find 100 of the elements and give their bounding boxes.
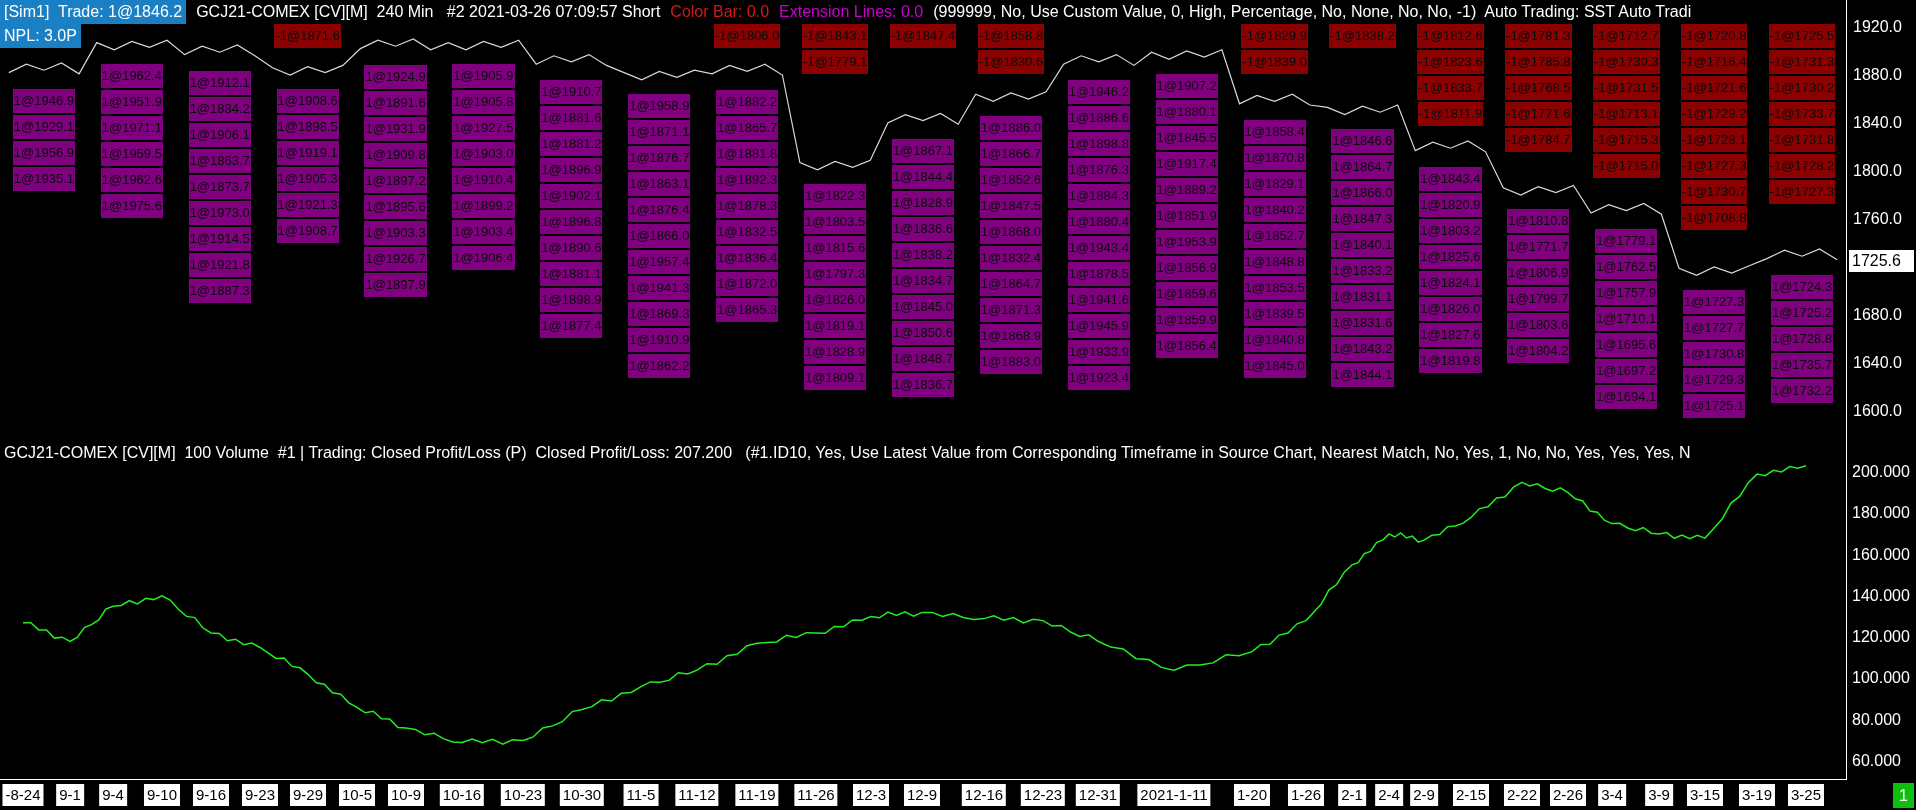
buy-trade-label: 1@1887.3 [188, 278, 251, 303]
buy-trade-label: 1@1866.0 [628, 224, 691, 249]
buy-trade-label: 1@1845.0 [891, 295, 955, 320]
buy-trade-label: 1@1833.2 [1331, 259, 1394, 284]
buy-trade-label: 1@1956.9 [12, 140, 76, 165]
buy-trade-label: 1@1832.4 [979, 245, 1042, 270]
buy-trade-label: 1@1910.9 [628, 328, 691, 353]
sell-trade-label: -1@1712.7 [1592, 24, 1660, 48]
buy-trade-label: 1@1834.7 [891, 269, 955, 294]
buy-trade-label: 1@1822.3 [804, 184, 867, 209]
last-price-label: 1725.6 [1849, 250, 1914, 272]
buy-trade-label: 1@1884.2 [188, 96, 251, 121]
buy-trade-label: 1@1839.5 [1243, 301, 1306, 326]
sell-trade-label: -1@1715.3 [1592, 128, 1660, 152]
sell-trade-label: -1@1728.1 [1680, 128, 1748, 152]
price-axis-label: 1640.0 [1853, 352, 1902, 373]
buy-trade-label: 1@1729.3 [1683, 367, 1746, 392]
buy-trade-label: 1@1863.7 [188, 148, 251, 173]
buy-trade-label: 1@1889.2 [1155, 177, 1218, 202]
buy-trade-label: 1@1819.8 [1419, 348, 1482, 373]
buy-trade-label: 1@1710.1 [1595, 307, 1658, 332]
sell-trade-label: -1@1725.5 [1768, 24, 1836, 48]
buy-trade-label: 1@1953.9 [1155, 229, 1218, 254]
date-axis-label: 9-4 [99, 784, 127, 806]
date-axis-label: 11-19 [735, 784, 779, 806]
date-axis-label: 9-16 [193, 784, 229, 806]
buy-trade-label: 1@1912.1 [188, 70, 251, 95]
sell-trade-label: -1@1843.1 [801, 24, 869, 48]
sell-trade-label: -1@1721.6 [1680, 76, 1748, 100]
date-axis-label: 12-23 [1020, 784, 1066, 806]
buy-trade-label: 1@1927.5 [452, 116, 515, 141]
buy-trade-label: 1@1941.6 [1067, 288, 1130, 313]
buy-trade-label: 1@1872.0 [716, 271, 779, 296]
buy-trade-label: 1@1971.1 [100, 116, 163, 141]
price-axis-label: 1880.0 [1853, 65, 1902, 85]
buy-trade-label: 1@1958.9 [628, 94, 691, 119]
buy-trade-label: 1@1962.6 [100, 168, 163, 193]
buy-trade-label: 1@1898.8 [1067, 132, 1130, 157]
buy-trade-label: 1@1852.6 [979, 167, 1042, 192]
chart-header-text: GCJ21-COMEX [CV][M] 240 Min #2 2021-03-26 07:09:57 Short [196, 2, 661, 22]
price-axis-label: 1840.0 [1853, 113, 1902, 133]
trade-badge: [Sim1] Trade: 1@1846.2 [0, 0, 187, 24]
buy-trade-label: 1@1891.6 [364, 90, 427, 115]
date-axis-label: 11-5 [623, 784, 659, 806]
buy-trade-label: 1@1943.4 [1067, 236, 1130, 261]
pl-axis-label: 100.000 [1852, 668, 1910, 689]
date-axis-label: 2-4 [1375, 784, 1403, 806]
sell-trade-label: -1@1779.1 [801, 50, 869, 74]
buy-trade-label: 1@1926.7 [364, 246, 427, 271]
buy-trade-label: 1@1881.1 [540, 262, 603, 287]
buy-trade-label: 1@1757.9 [1595, 281, 1658, 306]
buy-trade-label: 1@1863.1 [628, 172, 691, 197]
buy-trade-label: 1@1848.8 [1243, 249, 1306, 274]
buy-trade-label: 1@1844.1 [1331, 363, 1394, 388]
buy-trade-label: 1@1847.3 [1331, 207, 1394, 232]
buy-trade-label: 1@1899.2 [452, 194, 515, 219]
buy-trade-label: 1@1890.6 [540, 236, 603, 261]
date-axis-label: 12-3 [853, 784, 889, 806]
buy-trade-label: 1@1804.2 [1507, 339, 1570, 364]
buy-trade-label: 1@1836.6 [891, 217, 955, 242]
price-axis-label: 1800.0 [1853, 161, 1902, 181]
buy-trade-label: 1@1727.3 [1683, 289, 1746, 314]
buy-trade-label: 1@1831.1 [1331, 285, 1394, 310]
buy-trade-label: 1@1908.6 [276, 89, 339, 114]
buy-trade-label: 1@1878.3 [716, 193, 779, 218]
buy-trade-label: 1@1730.8 [1683, 341, 1746, 366]
buy-trade-label: 1@1838.2 [891, 243, 955, 268]
buy-trade-label: 1@1865.3 [716, 297, 779, 322]
date-axis-label: 10-30 [559, 784, 605, 806]
date-axis-label: 10-9 [388, 784, 424, 806]
buy-trade-label: 1@1840.2 [1243, 197, 1306, 222]
sell-trade-label: -1@1730.3 [1592, 50, 1660, 74]
buy-trade-label: 1@1957.4 [628, 250, 691, 275]
buy-trade-label: 1@1819.1 [804, 314, 867, 339]
corner-badge: 1 [1893, 782, 1914, 808]
buy-trade-label: 1@1910.7 [540, 80, 603, 105]
buy-trade-label: 1@1908.7 [276, 219, 339, 244]
buy-trade-label: 1@1884.3 [1067, 184, 1130, 209]
sell-trade-label: -1@1871.6 [274, 24, 341, 48]
buy-trade-label: 1@1829.1 [1243, 171, 1306, 196]
buy-trade-label: 1@1878.5 [1067, 262, 1130, 287]
buy-trade-label: 1@1728.8 [1770, 326, 1834, 351]
buy-trade-label: 1@1797.3 [804, 262, 867, 287]
buy-trade-label: 1@1892.3 [716, 167, 779, 192]
buy-trade-label: 1@1836.4 [716, 245, 779, 270]
buy-trade-label: 1@1695.6 [1595, 333, 1658, 358]
buy-trade-label: 1@1898.5 [276, 115, 339, 140]
date-axis-label: 12-9 [904, 784, 940, 806]
sell-trade-label: -1@1731.5 [1592, 76, 1660, 100]
date-axis-label: 2-9 [1410, 784, 1438, 806]
buy-trade-label: 1@1896.8 [540, 210, 603, 235]
date-axis-label: 2-15 [1453, 784, 1489, 806]
buy-trade-label: 1@1919.1 [276, 141, 339, 166]
date-axis-label: 3-15 [1687, 784, 1723, 806]
buy-trade-label: 1@1724.3 [1770, 274, 1834, 299]
buy-trade-label: 1@1868.0 [979, 219, 1042, 244]
panel-header-text: GCJ21-COMEX [CV][M] 100 Volume #1 | Trading: Closed Profit/Loss (P) Closed Profit/Loss: 207.200 (#1.ID10, Yes, Use Latest Value from Corresponding Timeframe in Source Chart, Nearest Match, No, Yes, 1, No, No, Yes, Yes, Yes, N [4, 443, 1691, 463]
sell-trade-label: -1@1858.8 [977, 24, 1045, 48]
buy-trade-label: 1@1881.6 [540, 106, 603, 131]
sell-trade-label: -1@1716.4 [1680, 50, 1748, 74]
